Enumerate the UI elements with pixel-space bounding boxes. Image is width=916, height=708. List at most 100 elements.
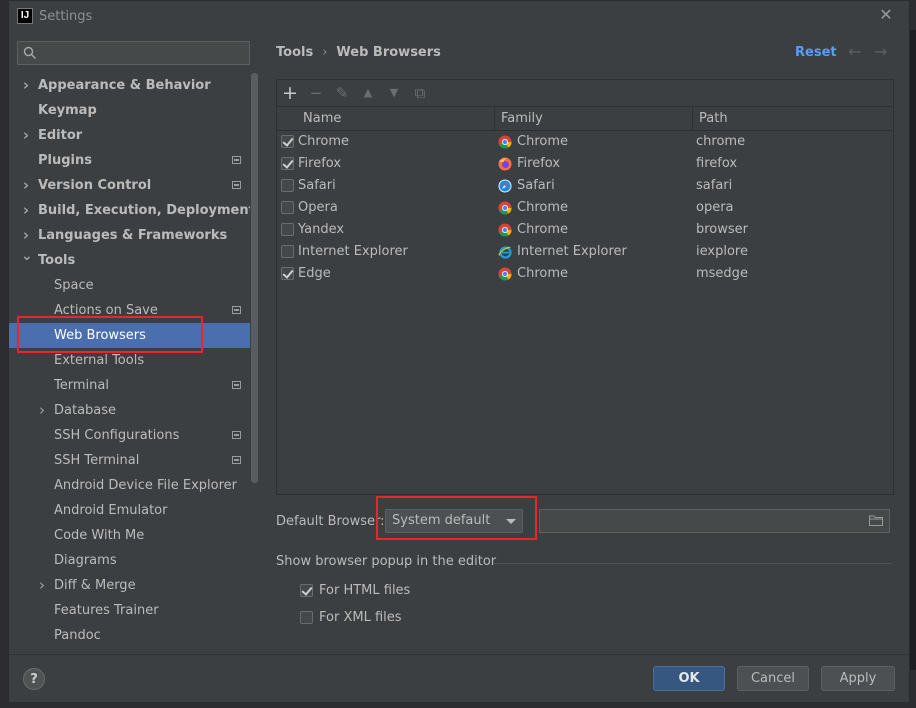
table-row[interactable]: Internet Explorer Internet Explorer iexplo… <box>277 241 893 263</box>
remove-icon[interactable]: − <box>306 83 326 103</box>
sidebar-item[interactable]: Terminal <box>9 373 250 398</box>
sidebar-item[interactable]: › Build, Execution, Deployment <box>9 198 250 223</box>
browser-active-checkbox[interactable] <box>281 201 294 214</box>
sidebar-item[interactable]: › Editor <box>9 123 250 148</box>
settings-content: Tools › Web Browsers Reset ← → + − ✎ ▲ ▼ ⧉… <box>259 32 909 654</box>
chevron-right-icon[interactable]: › <box>21 173 31 198</box>
table-row[interactable]: Chrome Chrome chrome <box>277 131 893 153</box>
title-bar: IJ Settings ✕ <box>9 1 909 32</box>
chevron-right-icon[interactable]: › <box>21 123 31 148</box>
browser-name-cell: Chrome <box>298 134 349 149</box>
close-icon[interactable]: ✕ <box>877 6 895 24</box>
settings-tree: › Appearance & Behavior Keymap › Editor Plugi… <box>9 73 250 653</box>
search-input[interactable] <box>17 41 250 65</box>
browser-family-cell: Chrome <box>517 134 568 149</box>
table-row[interactable]: Yandex Chrome browser <box>277 219 893 241</box>
browser-active-checkbox[interactable] <box>281 157 294 170</box>
sidebar-item-label: Actions on Save <box>54 303 158 318</box>
chevron-right-icon[interactable]: › <box>37 573 47 598</box>
chevron-right-icon[interactable]: › <box>21 73 31 98</box>
browser-active-checkbox[interactable] <box>281 223 294 236</box>
add-icon[interactable]: + <box>280 83 300 103</box>
back-arrow-icon[interactable]: ← <box>848 42 861 61</box>
sidebar-item-label: Terminal <box>54 378 109 393</box>
sidebar-item[interactable]: Space <box>9 273 250 298</box>
project-settings-icon <box>232 181 241 189</box>
breadcrumb-current: Web Browsers <box>336 45 441 60</box>
sidebar-item[interactable]: Features Trainer <box>9 598 250 623</box>
sidebar-item[interactable]: ⌄ Tools <box>9 248 250 273</box>
browser-active-checkbox[interactable] <box>281 135 294 148</box>
sidebar-item-label: Appearance & Behavior <box>38 78 211 93</box>
sidebar-item-label: Features Trainer <box>54 603 159 618</box>
column-header-path[interactable]: Path <box>693 107 893 130</box>
reset-link[interactable]: Reset <box>795 45 837 60</box>
move-down-icon[interactable]: ▼ <box>384 83 404 103</box>
sidebar-item-label: Web Browsers <box>54 328 146 343</box>
sidebar-item[interactable]: Code With Me <box>9 523 250 548</box>
html-files-label: For HTML files <box>319 583 411 598</box>
sidebar-item-label: Diagrams <box>54 553 117 568</box>
table-row[interactable]: Edge Chrome msedge <box>277 263 893 285</box>
sidebar-scrollbar-thumb[interactable] <box>251 73 258 483</box>
browser-path-field[interactable] <box>539 509 890 533</box>
table-row[interactable]: Safari Safari safari <box>277 175 893 197</box>
sidebar-item-label: Editor <box>38 128 83 143</box>
sidebar-item[interactable]: › Diff & Merge <box>9 573 250 598</box>
chevron-right-icon[interactable]: › <box>21 198 31 223</box>
xml-files-checkbox[interactable] <box>300 611 313 624</box>
safari-icon <box>498 179 512 193</box>
dialog-footer: ? OK Cancel Apply <box>9 654 909 702</box>
sidebar-item[interactable]: › Appearance & Behavior <box>9 73 250 98</box>
sidebar-item[interactable]: Diagrams <box>9 548 250 573</box>
browsers-toolbar: + − ✎ ▲ ▼ ⧉ <box>277 80 893 106</box>
table-row[interactable]: Firefox Firefox firefox <box>277 153 893 175</box>
sidebar-item[interactable]: External Tools <box>9 348 250 373</box>
cancel-button[interactable]: Cancel <box>737 666 809 691</box>
sidebar-item[interactable]: › Database <box>9 398 250 423</box>
browser-path-cell: opera <box>696 200 734 215</box>
sidebar-item[interactable]: Pandoc <box>9 623 250 648</box>
breadcrumb-parent[interactable]: Tools <box>276 45 313 60</box>
chevron-down-icon[interactable]: ⌄ <box>21 244 33 269</box>
sidebar-item[interactable]: Keymap <box>9 98 250 123</box>
sidebar-item[interactable]: Actions on Save <box>9 298 250 323</box>
ie-icon <box>498 246 512 259</box>
sidebar-item[interactable]: Android Emulator <box>9 498 250 523</box>
folder-icon[interactable] <box>869 515 883 526</box>
sidebar-scrollbar[interactable] <box>250 73 259 653</box>
html-files-checkbox[interactable] <box>300 584 313 597</box>
chrome-icon <box>498 201 512 215</box>
edit-icon[interactable]: ✎ <box>332 83 352 103</box>
browser-active-checkbox[interactable] <box>281 179 294 192</box>
browser-active-checkbox[interactable] <box>281 267 294 280</box>
sidebar-item-label: Languages & Frameworks <box>38 228 228 243</box>
default-browser-value: System default <box>392 513 491 528</box>
ok-button[interactable]: OK <box>653 666 725 691</box>
table-header: Name Family Path <box>277 107 893 131</box>
apply-button[interactable]: Apply <box>821 666 895 691</box>
sidebar-item[interactable]: Web Browsers <box>9 323 250 348</box>
sidebar-item-label: Diff & Merge <box>54 578 136 593</box>
sidebar-item[interactable]: › Languages & Frameworks <box>9 223 250 248</box>
copy-icon[interactable]: ⧉ <box>410 83 430 103</box>
project-settings-icon <box>232 456 241 464</box>
breadcrumb-separator: › <box>322 45 328 60</box>
sidebar-item-label: Pandoc <box>54 628 101 643</box>
table-row[interactable]: Opera Chrome opera <box>277 197 893 219</box>
browser-name-cell: Firefox <box>298 156 342 171</box>
move-up-icon[interactable]: ▲ <box>358 83 378 103</box>
browser-family-cell: Internet Explorer <box>517 244 627 259</box>
forward-arrow-icon[interactable]: → <box>874 42 887 61</box>
sidebar-item[interactable]: Android Device File Explorer <box>9 473 250 498</box>
sidebar-item[interactable]: › Version Control <box>9 173 250 198</box>
help-button[interactable]: ? <box>23 668 45 690</box>
browser-active-checkbox[interactable] <box>281 245 294 258</box>
column-header-name[interactable]: Name <box>277 107 495 130</box>
sidebar-item[interactable]: Plugins <box>9 148 250 173</box>
column-header-family[interactable]: Family <box>495 107 693 130</box>
default-browser-select[interactable]: System default <box>385 509 523 533</box>
sidebar-item[interactable]: SSH Configurations <box>9 423 250 448</box>
sidebar-item[interactable]: SSH Terminal <box>9 448 250 473</box>
chevron-right-icon[interactable]: › <box>37 398 47 423</box>
